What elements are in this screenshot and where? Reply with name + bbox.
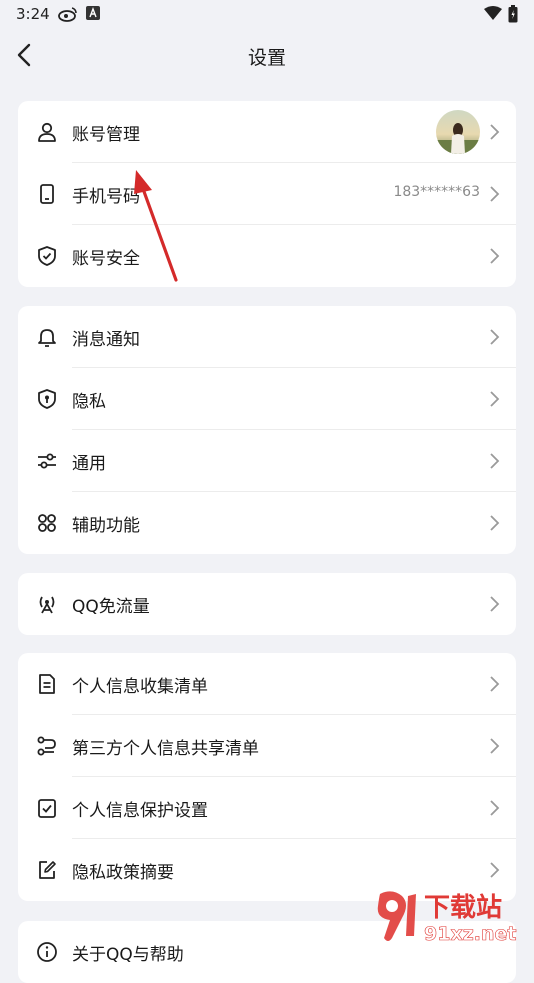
personal-info-card: 个人信息收集清单 第三方个人信息共享清单 个人信息保护设置 隐私政策摘要 [18, 653, 516, 901]
watermark-url: 91xz.net [424, 923, 516, 945]
battery-icon [508, 5, 518, 27]
row-label: 第三方个人信息共享清单 [72, 739, 259, 759]
chevron-right-icon [490, 515, 500, 531]
chevron-right-icon [490, 676, 500, 692]
phone-number-value: 183******63 [393, 184, 480, 200]
chevron-right-icon [490, 391, 500, 407]
wifi-icon [484, 6, 502, 25]
bell-icon [38, 329, 56, 347]
status-bar: 3:24 [0, 0, 534, 30]
row-label: 消息通知 [72, 330, 140, 350]
row-label: 账号管理 [72, 125, 140, 145]
row-label: 手机号码 [72, 187, 140, 207]
account-card: 账号管理 手机号码 183******63 账号安全 [18, 101, 516, 287]
share-flow-icon [37, 736, 56, 756]
notifications-row[interactable]: 消息通知 [18, 306, 516, 368]
row-label: 个人信息收集清单 [72, 677, 208, 697]
preferences-card: 消息通知 隐私 通用 辅助功能 [18, 306, 516, 554]
row-label: 个人信息保护设置 [72, 801, 208, 821]
row-label: 账号安全 [72, 249, 140, 269]
row-label: 隐私政策摘要 [72, 863, 174, 883]
app-notification-icon [86, 6, 100, 24]
shield-check-icon [38, 246, 56, 266]
row-label: 通用 [72, 454, 106, 474]
privacy-row[interactable]: 隐私 [18, 368, 516, 430]
chevron-right-icon [490, 329, 500, 345]
nav-bar: 设置 [0, 30, 534, 82]
accessibility-row[interactable]: 辅助功能 [18, 492, 516, 554]
privacy-shield-icon [38, 389, 56, 409]
phone-number-row[interactable]: 手机号码 183******63 [18, 163, 516, 225]
person-icon [38, 122, 56, 142]
avatar [436, 110, 480, 154]
qq-data-free-row[interactable]: QQ免流量 [18, 573, 516, 635]
watermark-brand: 下载站 [424, 893, 502, 923]
chevron-right-icon [490, 124, 500, 140]
document-icon [39, 674, 55, 694]
account-security-row[interactable]: 账号安全 [18, 225, 516, 287]
third-party-sharing-list-row[interactable]: 第三方个人信息共享清单 [18, 715, 516, 777]
info-protection-settings-row[interactable]: 个人信息保护设置 [18, 777, 516, 839]
sliders-icon [38, 453, 56, 469]
row-label: QQ免流量 [72, 597, 150, 617]
status-time: 3:24 [16, 5, 50, 23]
page-title: 设置 [247, 47, 286, 69]
chevron-right-icon [490, 862, 500, 878]
chevron-right-icon [490, 738, 500, 754]
chevron-right-icon [490, 186, 500, 202]
info-icon [37, 942, 57, 962]
account-management-row[interactable]: 账号管理 [18, 101, 516, 163]
phone-icon [40, 184, 54, 204]
chevron-right-icon [490, 596, 500, 612]
edit-icon [39, 861, 56, 879]
watermark-logo: 下载站 91xz.net [377, 891, 517, 945]
chevron-right-icon [490, 453, 500, 469]
info-collection-list-row[interactable]: 个人信息收集清单 [18, 653, 516, 715]
general-row[interactable]: 通用 [18, 430, 516, 492]
chevron-right-icon [490, 248, 500, 264]
row-label: 关于QQ与帮助 [72, 945, 184, 965]
chevron-right-icon [490, 800, 500, 816]
row-label: 隐私 [72, 392, 106, 412]
signal-tower-icon [39, 596, 55, 614]
weibo-icon [58, 6, 78, 26]
data-free-card: QQ免流量 [18, 573, 516, 635]
row-label: 辅助功能 [72, 516, 140, 536]
clipboard-check-icon [38, 799, 56, 818]
grid-icon [38, 514, 56, 532]
